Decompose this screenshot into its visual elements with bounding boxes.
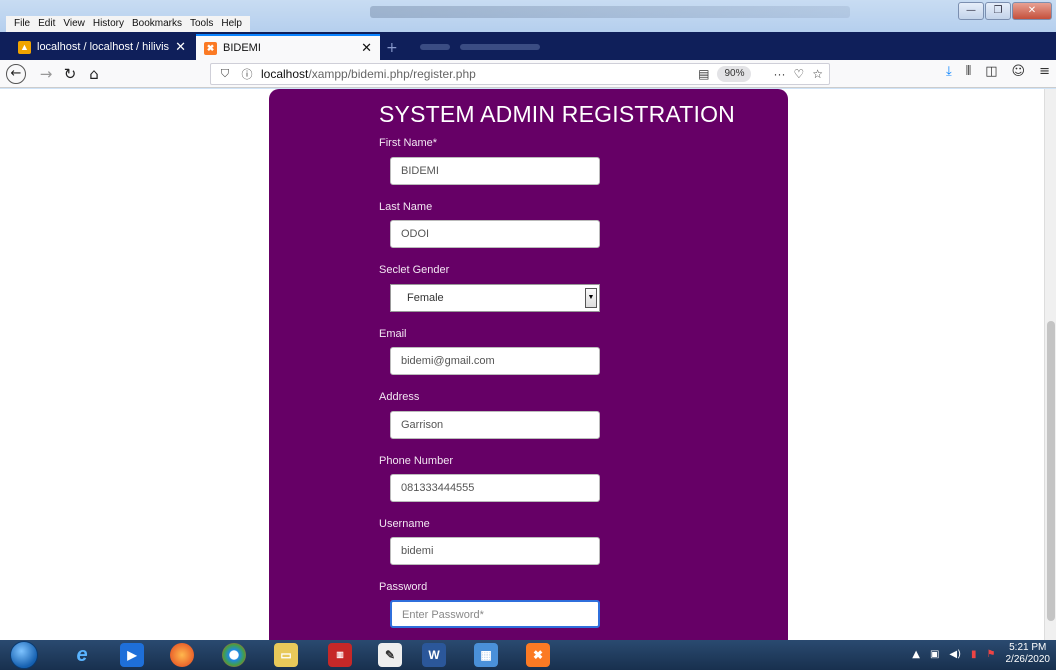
system-tray: ▲ ▣ ◀) ▮ ⚑ 5:21 PM 2/26/2020 [912, 642, 1050, 666]
tab-strip: ▲ localhost / localhost / hilivis / ... … [0, 32, 1056, 60]
address-input[interactable]: Garrison [390, 411, 600, 439]
url-bar[interactable]: ⛉ ⓘ localhost/xampp/bidemi.php/register.… [210, 63, 830, 85]
reader-view-icon[interactable]: ▤ [698, 67, 709, 81]
url-bar-actions: ▤ 90% ··· ♡ ☆ [698, 66, 823, 82]
dropdown-arrow-icon[interactable]: ▼ [585, 288, 597, 308]
download-icon[interactable]: ⤓ [946, 64, 952, 79]
paint-icon[interactable]: ✎ [378, 643, 402, 667]
page-content: SYSTEM ADMIN REGISTRATION First Name* BI… [0, 89, 1044, 640]
menu-tools[interactable]: Tools [186, 16, 217, 32]
firefox-icon[interactable] [170, 643, 194, 667]
menu-history[interactable]: History [89, 16, 128, 32]
forward-arrow-icon[interactable]: → [36, 64, 56, 84]
window-titlebar: File Edit View History Bookmarks Tools H… [0, 0, 1056, 32]
password-input[interactable]: Enter Password* [390, 600, 600, 628]
new-tab-icon[interactable]: + [386, 40, 398, 56]
system-clock[interactable]: 5:21 PM 2/26/2020 [1006, 642, 1051, 666]
vertical-scrollbar[interactable] [1044, 89, 1056, 640]
volume-icon[interactable]: ◀) [949, 649, 961, 660]
pocket-icon[interactable]: ♡ [793, 67, 804, 81]
file-explorer-icon[interactable]: ▭ [274, 643, 298, 667]
last-name-label: Last Name [379, 201, 433, 213]
url-text[interactable]: localhost/xampp/bidemi.php/register.php [261, 67, 476, 81]
phpmyadmin-icon: ▲ [18, 40, 31, 54]
show-hidden-icons[interactable]: ▲ [912, 649, 920, 660]
registration-panel: SYSTEM ADMIN REGISTRATION First Name* BI… [269, 89, 788, 640]
library-icon[interactable]: ⫴ [966, 64, 971, 79]
word-icon[interactable]: W [422, 643, 446, 667]
scrollbar-thumb[interactable] [1047, 321, 1055, 621]
info-icon[interactable]: ⓘ [239, 66, 255, 82]
gender-select[interactable]: Female ▼ [390, 284, 600, 312]
signal-icon[interactable]: ▮ [971, 649, 977, 660]
menu-view[interactable]: View [59, 16, 89, 32]
hamburger-menu-icon[interactable]: ≡ [1039, 64, 1050, 79]
form-title: SYSTEM ADMIN REGISTRATION [379, 101, 735, 127]
reload-icon[interactable]: ↻ [60, 64, 80, 84]
bookmark-star-icon[interactable]: ☆ [812, 67, 823, 81]
username-input[interactable]: bidemi [390, 537, 600, 565]
menu-bar: File Edit View History Bookmarks Tools H… [6, 16, 250, 32]
tab-phpmyadmin[interactable]: ▲ localhost / localhost / hilivis / ... … [10, 34, 194, 60]
minimize-button[interactable]: — [958, 2, 984, 20]
first-name-input[interactable]: BIDEMI [390, 157, 600, 185]
chrome-icon[interactable] [222, 643, 246, 667]
email-input[interactable]: bidemi@gmail.com [390, 347, 600, 375]
xampp-icon: ✖ [204, 41, 217, 55]
menu-edit[interactable]: Edit [34, 16, 59, 32]
password-label: Password [379, 581, 428, 593]
close-tab-icon[interactable]: ✕ [361, 40, 372, 56]
email-label: Email [379, 328, 407, 340]
spss-icon[interactable]: ▥ [328, 643, 352, 667]
control-panel-icon[interactable]: ▦ [474, 643, 498, 667]
close-tab-icon[interactable]: ✕ [175, 39, 186, 55]
address-label: Address [379, 391, 420, 403]
first-name-label: First Name* [379, 137, 438, 149]
toolbar-actions: ⤓ ⫴ ◫ ☺ ≡ [946, 64, 1050, 79]
tab-label: BIDEMI [223, 42, 261, 54]
media-player-icon[interactable]: ▶ [120, 643, 144, 667]
zoom-level-badge[interactable]: 90% [717, 66, 752, 82]
tab-bidemi[interactable]: ✖ BIDEMI ✕ [196, 34, 380, 60]
sidebar-icon[interactable]: ◫ [985, 64, 997, 79]
xampp-taskbar-icon[interactable]: ✖ [526, 643, 550, 667]
username-label: Username [379, 518, 430, 530]
close-window-button[interactable]: ✕ [1012, 2, 1052, 20]
blurred-tab [420, 44, 450, 50]
restore-button[interactable]: ❐ [985, 2, 1011, 20]
menu-file[interactable]: File [10, 16, 34, 32]
clock-time: 5:21 PM [1009, 642, 1047, 653]
page-actions-icon[interactable]: ··· [773, 67, 785, 81]
phone-label: Phone Number [379, 455, 453, 467]
network-icon[interactable]: ▣ [930, 649, 939, 660]
clock-date: 2/26/2020 [1005, 654, 1051, 665]
action-center-flag-icon[interactable]: ⚑ [987, 649, 996, 660]
phone-input[interactable]: 081333444555 [390, 474, 600, 502]
back-arrow-icon[interactable]: ← [6, 64, 26, 84]
menu-help[interactable]: Help [217, 16, 246, 32]
internet-explorer-icon[interactable]: e [70, 643, 94, 667]
blurred-tab [460, 44, 540, 50]
gender-label: Seclet Gender [379, 264, 450, 276]
last-name-input[interactable]: ODOI [390, 220, 600, 248]
gender-selected-value: Female [407, 292, 444, 304]
account-icon[interactable]: ☺ [1012, 64, 1026, 79]
menu-bookmarks[interactable]: Bookmarks [128, 16, 186, 32]
start-button[interactable] [10, 641, 38, 669]
navigation-toolbar: ← → ↻ ⌂ ⛉ ⓘ localhost/xampp/bidemi.php/r… [0, 60, 1056, 88]
window-title-blurred [370, 6, 850, 18]
tab-label: localhost / localhost / hilivis / ... [37, 41, 171, 53]
window-controls: — ❐ ✕ [958, 2, 1052, 20]
home-icon[interactable]: ⌂ [84, 64, 104, 84]
windows-taskbar: e ▶ ▭ ▥ ✎ W ▦ ✖ ▲ ▣ ◀) ▮ ⚑ 5:21 PM 2/26/… [0, 640, 1056, 670]
shield-icon[interactable]: ⛉ [217, 68, 233, 81]
